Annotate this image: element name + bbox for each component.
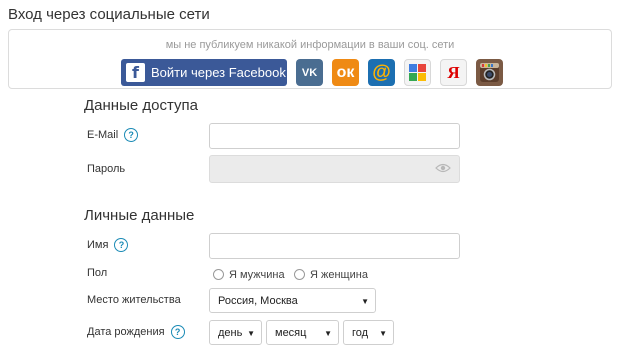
chevron-down-icon: ▼ <box>324 329 332 338</box>
social-login-title: Вход через социальные сети <box>8 6 210 23</box>
password-label: Пароль <box>87 163 126 175</box>
birth-day-value: день <box>218 326 243 339</box>
google-icon[interactable] <box>404 59 431 86</box>
chevron-down-icon: ▼ <box>379 329 387 338</box>
birth-year-select[interactable]: год ▼ <box>343 320 394 345</box>
password-field[interactable] <box>209 155 460 183</box>
eye-icon[interactable] <box>435 163 451 173</box>
radio-female[interactable] <box>294 269 305 281</box>
birth-month-value: месяц <box>275 326 307 339</box>
birth-year-value: год <box>352 326 369 339</box>
location-select[interactable]: Россия, Москва ▼ <box>209 288 376 313</box>
name-field[interactable] <box>209 233 460 259</box>
instagram-icon[interactable] <box>476 59 503 86</box>
help-icon[interactable]: ? <box>170 325 185 339</box>
mailru-icon[interactable]: @ <box>368 59 395 86</box>
gender-female-option[interactable]: Я женщина <box>294 266 368 284</box>
chevron-down-icon: ▼ <box>247 329 255 338</box>
gender-female-label: Я женщина <box>310 268 368 281</box>
facebook-icon: f <box>126 63 145 82</box>
chevron-down-icon: ▼ <box>361 297 369 306</box>
odnoklassniki-icon[interactable]: ок <box>332 59 359 86</box>
birth-date-label-text: Дата рождения <box>87 325 165 338</box>
radio-male[interactable] <box>213 269 224 281</box>
personal-section-title: Личные данные <box>84 207 195 224</box>
location-value: Россия, Москва <box>218 294 298 307</box>
birth-day-select[interactable]: день ▼ <box>209 320 262 345</box>
email-label: E-Mail? <box>87 128 139 142</box>
help-icon[interactable]: ? <box>114 238 129 252</box>
gender-label: Пол <box>87 267 108 279</box>
gender-male-label: Я мужчина <box>229 268 285 281</box>
vk-icon[interactable]: VK <box>296 59 323 86</box>
name-label: Имя? <box>87 238 129 252</box>
facebook-login-label: Войти через Facebook <box>151 65 286 80</box>
gender-male-option[interactable]: Я мужчина <box>213 266 285 284</box>
birth-date-label: Дата рождения? <box>87 325 185 339</box>
help-icon[interactable]: ? <box>124 128 139 142</box>
yandex-icon[interactable]: Я <box>440 59 467 86</box>
email-label-text: E-Mail <box>87 128 119 141</box>
name-label-text: Имя <box>87 238 109 251</box>
social-login-panel: мы не публикуем никакой информации в ваш… <box>8 29 612 89</box>
location-label: Место жительства <box>87 294 181 306</box>
social-privacy-notice: мы не публикуем никакой информации в ваш… <box>165 39 455 51</box>
email-field[interactable] <box>209 123 460 149</box>
access-section-title: Данные доступа <box>84 97 198 114</box>
birth-month-select[interactable]: месяц ▼ <box>266 320 339 345</box>
facebook-login-button[interactable]: f Войти через Facebook <box>121 59 287 86</box>
